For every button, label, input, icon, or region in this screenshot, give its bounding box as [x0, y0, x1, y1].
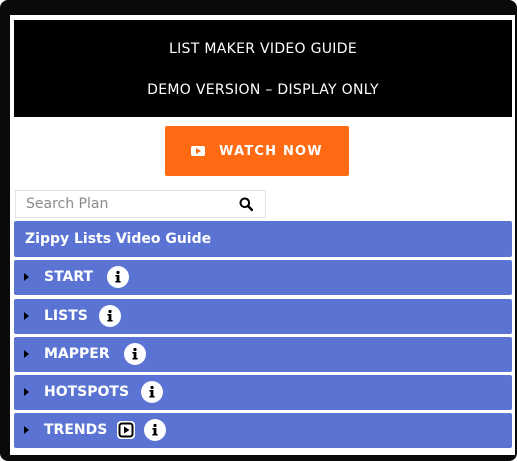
- search-icon[interactable]: [239, 197, 253, 211]
- search-box: [15, 190, 266, 218]
- caret-right-icon: [24, 350, 29, 358]
- watch-now-button[interactable]: WATCH NOW: [165, 126, 349, 176]
- accordion-label: MAPPER: [44, 346, 110, 362]
- info-icon[interactable]: [144, 419, 166, 441]
- accordion-label: HOTSPOTS: [44, 384, 130, 400]
- content-panel: LIST MAKER VIDEO GUIDE DEMO VERSION – DI…: [10, 15, 515, 455]
- info-icon[interactable]: [141, 381, 163, 403]
- title-banner: LIST MAKER VIDEO GUIDE DEMO VERSION – DI…: [14, 20, 512, 117]
- banner-subtitle: DEMO VERSION – DISPLAY ONLY: [147, 82, 379, 98]
- caret-right-icon: [24, 426, 29, 434]
- accordion-label: TRENDS: [44, 422, 108, 438]
- app-frame: LIST MAKER VIDEO GUIDE DEMO VERSION – DI…: [0, 0, 517, 461]
- accordion-item-lists[interactable]: LISTS: [14, 299, 512, 334]
- accordion-item-start[interactable]: START: [14, 260, 512, 295]
- info-icon[interactable]: [124, 343, 146, 365]
- video-play-icon[interactable]: [117, 421, 135, 439]
- accordion-label: START: [44, 269, 94, 285]
- info-icon[interactable]: [107, 266, 129, 288]
- search-input[interactable]: [16, 191, 238, 217]
- caret-right-icon: [24, 273, 29, 281]
- caret-right-icon: [24, 388, 29, 396]
- accordion-item-hotspots[interactable]: HOTSPOTS: [14, 375, 512, 410]
- guide-title: Zippy Lists Video Guide: [14, 221, 512, 257]
- accordion-item-mapper[interactable]: MAPPER: [14, 337, 512, 372]
- banner-title: LIST MAKER VIDEO GUIDE: [169, 41, 357, 57]
- caret-right-icon: [24, 312, 29, 320]
- accordion-label: LISTS: [44, 308, 88, 324]
- youtube-play-icon: [191, 146, 206, 156]
- accordion-item-trends[interactable]: TRENDS: [14, 413, 512, 448]
- watch-now-label: WATCH NOW: [219, 143, 323, 159]
- info-icon[interactable]: [99, 305, 121, 327]
